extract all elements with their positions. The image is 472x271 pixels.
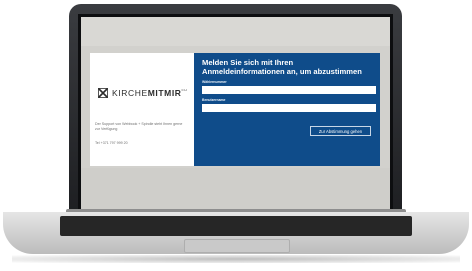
username-label: Benutzername xyxy=(202,98,226,102)
logo-text-normal: KIRCHE xyxy=(112,88,148,98)
logo-text: KIRCHEMITMIRCH xyxy=(112,88,187,98)
logo-trademark: CH xyxy=(181,88,188,92)
logo: KIRCHEMITMIRCH xyxy=(98,88,187,98)
screen: KIRCHEMITMIRCH Der Support von Webbook +… xyxy=(81,17,390,209)
screen-footer-band xyxy=(81,168,390,209)
logo-text-bold: MITMIR xyxy=(147,88,182,98)
screen-header-band xyxy=(81,17,390,46)
support-phone: Tel +371 797 999 20 xyxy=(95,141,128,145)
username-input[interactable] xyxy=(202,104,376,112)
login-panel: Melden Sie sich mit Ihren Anmeldeinforma… xyxy=(194,53,380,166)
branding-panel: KIRCHEMITMIRCH Der Support von Webbook +… xyxy=(90,53,194,166)
cross-x-logo-icon xyxy=(98,88,108,98)
laptop-shadow xyxy=(12,255,460,263)
keyboard xyxy=(60,216,412,236)
touchpad xyxy=(184,239,290,253)
voter-number-label: Wählernummer xyxy=(202,80,227,84)
voter-number-input[interactable] xyxy=(202,86,376,94)
support-info-text: Der Support von Webbook + Spindle steht … xyxy=(95,122,183,131)
login-title: Melden Sie sich mit Ihren Anmeldeinforma… xyxy=(202,58,362,76)
go-to-vote-button[interactable]: Zur Abstimmung gehen xyxy=(310,126,371,136)
